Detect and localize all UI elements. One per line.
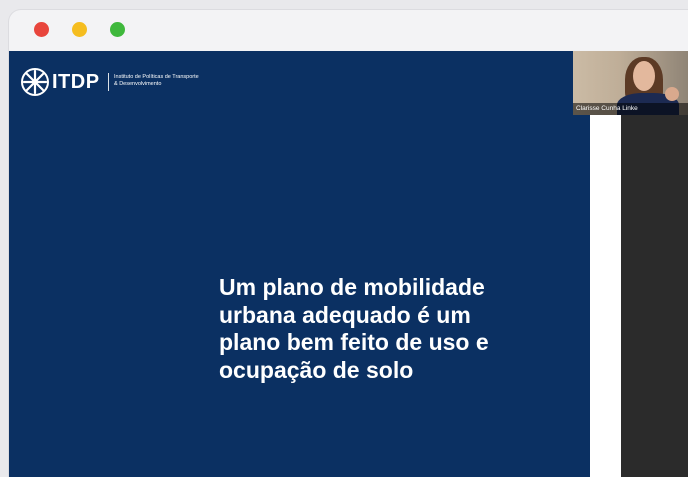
slide-headline: Um plano de mobilidade urbana adequado é… xyxy=(219,274,549,384)
title-bar xyxy=(9,10,688,50)
meeting-window: ITDP Instituto de Políticas de Transport… xyxy=(9,10,688,477)
minimize-window-button[interactable] xyxy=(72,22,87,37)
close-window-button[interactable] xyxy=(34,22,49,37)
participant-name-label: Clarisse Cunha Linke xyxy=(573,103,688,115)
side-panel xyxy=(621,115,688,477)
logo-divider xyxy=(108,73,109,91)
headline-line: urbana adequado é um xyxy=(219,301,471,328)
headline-line: ocupação de solo xyxy=(219,356,414,383)
video-person-face xyxy=(633,61,655,91)
logo-brand-text: ITDP xyxy=(52,71,100,93)
logo-subtitle-line: Instituto de Políticas de Transporte xyxy=(114,74,199,80)
logo-subtitle: Instituto de Políticas de Transporte & D… xyxy=(114,74,224,88)
presentation-slide: ITDP Instituto de Políticas de Transport… xyxy=(9,51,590,477)
shared-screen-area: ITDP Instituto de Políticas de Transport… xyxy=(9,51,688,477)
participant-video-tile[interactable]: Clarisse Cunha Linke xyxy=(573,51,688,115)
maximize-window-button[interactable] xyxy=(110,22,125,37)
headline-line: plano bem feito de uso e xyxy=(219,329,489,355)
headline-line: Um plano de mobilidade xyxy=(219,274,485,300)
logo-subtitle-line: & Desenvolvimento xyxy=(114,81,162,87)
itdp-wheel-icon xyxy=(21,68,49,96)
video-person-hand xyxy=(665,87,679,101)
